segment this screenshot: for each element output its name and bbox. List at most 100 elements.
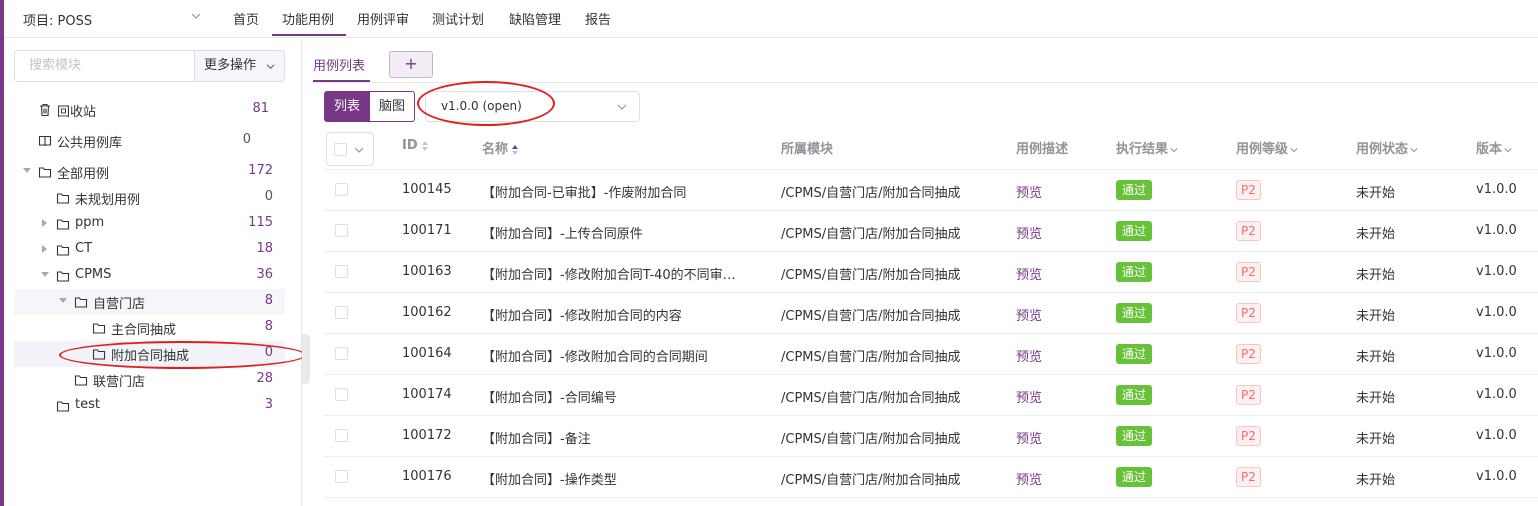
priority-badge: P2 bbox=[1236, 344, 1261, 364]
case-name[interactable]: 【附加合同-已审批】-作废附加合同 bbox=[482, 182, 762, 201]
more-actions-label: 更多操作 bbox=[204, 58, 257, 73]
folder-icon bbox=[56, 193, 70, 204]
case-name[interactable]: 【附加合同】-修改附加合同的合同期间 bbox=[482, 346, 762, 365]
nav-functional-cases[interactable]: 功能用例 bbox=[282, 9, 334, 28]
add-tab-button[interactable]: + bbox=[389, 51, 433, 78]
tree-item-cpms[interactable]: CPMS 36 bbox=[14, 263, 285, 289]
nav-case-review[interactable]: 用例评审 bbox=[357, 9, 409, 28]
tree-item-public-library[interactable]: 公共用例库 0 bbox=[14, 128, 285, 154]
table-row[interactable]: 100174 【附加合同】-合同编号/CPMS/自营门店/附加合同抽成 预览 通过 P2… bbox=[324, 375, 1538, 416]
folder-icon bbox=[92, 323, 106, 334]
row-checkbox[interactable] bbox=[335, 388, 348, 401]
tree-item-unplanned[interactable]: 未规划用例 0 bbox=[14, 185, 285, 211]
tab-case-list[interactable]: 用例列表 bbox=[313, 55, 365, 74]
nav-home[interactable]: 首页 bbox=[233, 9, 259, 28]
table-row[interactable]: 100172 【附加合同】-备注/CPMS/自营门店/附加合同抽成 预览 通过 P2 未开… bbox=[324, 416, 1538, 457]
tree-item-ct[interactable]: CT 18 bbox=[14, 237, 285, 263]
case-status: 未开始 bbox=[1356, 268, 1396, 283]
more-actions-button[interactable]: 更多操作 bbox=[194, 50, 285, 82]
caret-down-icon[interactable] bbox=[41, 272, 49, 277]
table-row[interactable]: 100171 【附加合同】-上传合同原件/CPMS/自营门店/附加合同抽成 预览 通过… bbox=[324, 211, 1538, 252]
caret-down-icon[interactable] bbox=[23, 168, 31, 173]
table-row[interactable]: 100145 【附加合同-已审批】-作废附加合同/CPMS/自营门店/附加合同抽成… bbox=[324, 170, 1538, 211]
column-header-module: 所属模块 bbox=[781, 142, 834, 157]
sort-asc-icon[interactable] bbox=[511, 144, 519, 156]
sort-icon[interactable] bbox=[421, 140, 429, 152]
row-checkbox[interactable] bbox=[335, 470, 348, 483]
column-header-level[interactable]: 用例等级 bbox=[1236, 138, 1298, 157]
caret-down-icon[interactable] bbox=[59, 298, 67, 303]
annotation-ellipse bbox=[59, 341, 306, 369]
column-header-result[interactable]: 执行结果 bbox=[1116, 138, 1178, 157]
filter-chevron-icon[interactable] bbox=[1410, 146, 1418, 154]
tree-item-self-operated-stores[interactable]: 自营门店 8 bbox=[14, 289, 285, 315]
case-id: 100174 bbox=[402, 387, 452, 402]
folder-icon bbox=[56, 219, 70, 230]
select-all-dropdown[interactable] bbox=[326, 132, 374, 166]
caret-right-icon[interactable] bbox=[42, 219, 47, 227]
case-name[interactable]: 【附加合同】-操作类型 bbox=[482, 469, 762, 488]
nav-defects[interactable]: 缺陷管理 bbox=[509, 9, 561, 28]
row-checkbox[interactable] bbox=[335, 429, 348, 442]
preview-link[interactable]: 预览 bbox=[1016, 182, 1042, 201]
case-name[interactable]: 【附加合同】-修改附加合同T-40的不同审… bbox=[482, 264, 762, 283]
table-row[interactable]: 100163 【附加合同】-修改附加合同T-40的不同审… /CPMS/自营门店/附… bbox=[324, 252, 1538, 293]
column-header-id[interactable]: ID bbox=[402, 138, 429, 153]
table-row[interactable]: 100176 【附加合同】-操作类型/CPMS/自营门店/附加合同抽成 预览 通过 P2… bbox=[324, 457, 1538, 498]
caret-right-icon[interactable] bbox=[42, 245, 47, 253]
tree-item-recycle-bin[interactable]: 回收站 81 bbox=[14, 97, 285, 123]
tree-label: 未规划用例 bbox=[75, 193, 141, 208]
chevron-down-icon[interactable] bbox=[191, 11, 201, 21]
row-checkbox[interactable] bbox=[335, 183, 348, 196]
table-row[interactable]: 100164 【附加合同】-修改附加合同的合同期间/CPMS/自营门店/附加合同抽… bbox=[324, 334, 1538, 375]
filter-chevron-icon[interactable] bbox=[1290, 146, 1298, 154]
column-header-version[interactable]: 版本 bbox=[1476, 138, 1512, 157]
case-version: v1.0.0 bbox=[1476, 223, 1517, 238]
tree-item-joint-stores[interactable]: 联营门店 28 bbox=[14, 367, 285, 393]
row-checkbox[interactable] bbox=[335, 224, 348, 237]
preview-link[interactable]: 预览 bbox=[1016, 346, 1042, 365]
tree-count: 28 bbox=[256, 371, 273, 386]
view-mindmap-button[interactable]: 脑图 bbox=[369, 91, 415, 122]
panel-splitter-handle[interactable] bbox=[302, 334, 310, 384]
case-module: /CPMS/自营门店/附加合同抽成 bbox=[781, 268, 961, 283]
preview-link[interactable]: 预览 bbox=[1016, 469, 1042, 488]
case-status: 未开始 bbox=[1356, 473, 1396, 488]
tree-item-test[interactable]: test 3 bbox=[14, 393, 285, 419]
case-name[interactable]: 【附加合同】-备注 bbox=[482, 428, 762, 447]
case-name[interactable]: 【附加合同】-合同编号 bbox=[482, 387, 762, 406]
folder-icon bbox=[74, 375, 88, 386]
table-row[interactable]: 100162 【附加合同】-修改附加合同的内容/CPMS/自营门店/附加合同抽成 预… bbox=[324, 293, 1538, 334]
row-checkbox[interactable] bbox=[335, 306, 348, 319]
filter-chevron-icon[interactable] bbox=[1504, 146, 1512, 154]
preview-link[interactable]: 预览 bbox=[1016, 387, 1042, 406]
column-header-name[interactable]: 名称 bbox=[482, 138, 519, 157]
tree-item-all-cases[interactable]: 全部用例 172 bbox=[14, 159, 285, 185]
nav-test-plan[interactable]: 测试计划 bbox=[432, 9, 484, 28]
preview-link[interactable]: 预览 bbox=[1016, 305, 1042, 324]
tree-item-main-contract[interactable]: 主合同抽成 8 bbox=[14, 315, 285, 341]
tree-item-ppm[interactable]: ppm 115 bbox=[14, 211, 285, 237]
column-header-status[interactable]: 用例状态 bbox=[1356, 138, 1418, 157]
filter-chevron-icon[interactable] bbox=[1170, 146, 1178, 154]
column-header-description: 用例描述 bbox=[1016, 142, 1069, 157]
tree-label: 联营门店 bbox=[93, 375, 146, 390]
tab-bar: 用例列表 + bbox=[313, 39, 1538, 83]
preview-link[interactable]: 预览 bbox=[1016, 428, 1042, 447]
result-badge: 通过 bbox=[1116, 262, 1153, 282]
select-all-checkbox[interactable] bbox=[334, 143, 347, 156]
case-id: 100163 bbox=[402, 264, 452, 279]
row-checkbox[interactable] bbox=[335, 347, 348, 360]
case-name[interactable]: 【附加合同】-修改附加合同的内容 bbox=[482, 305, 762, 324]
module-search-input[interactable]: 搜索模块 bbox=[14, 50, 195, 82]
row-checkbox[interactable] bbox=[335, 265, 348, 278]
case-name[interactable]: 【附加合同】-上传合同原件 bbox=[482, 223, 762, 242]
view-list-button[interactable]: 列表 bbox=[324, 91, 370, 122]
tree-count: 0 bbox=[242, 132, 251, 147]
tree-label: 主合同抽成 bbox=[111, 323, 177, 338]
preview-link[interactable]: 预览 bbox=[1016, 264, 1042, 283]
preview-link[interactable]: 预览 bbox=[1016, 223, 1042, 242]
nav-reports[interactable]: 报告 bbox=[585, 9, 611, 28]
project-selector[interactable]: 项目: POSS bbox=[23, 10, 92, 29]
result-badge: 通过 bbox=[1116, 344, 1153, 364]
